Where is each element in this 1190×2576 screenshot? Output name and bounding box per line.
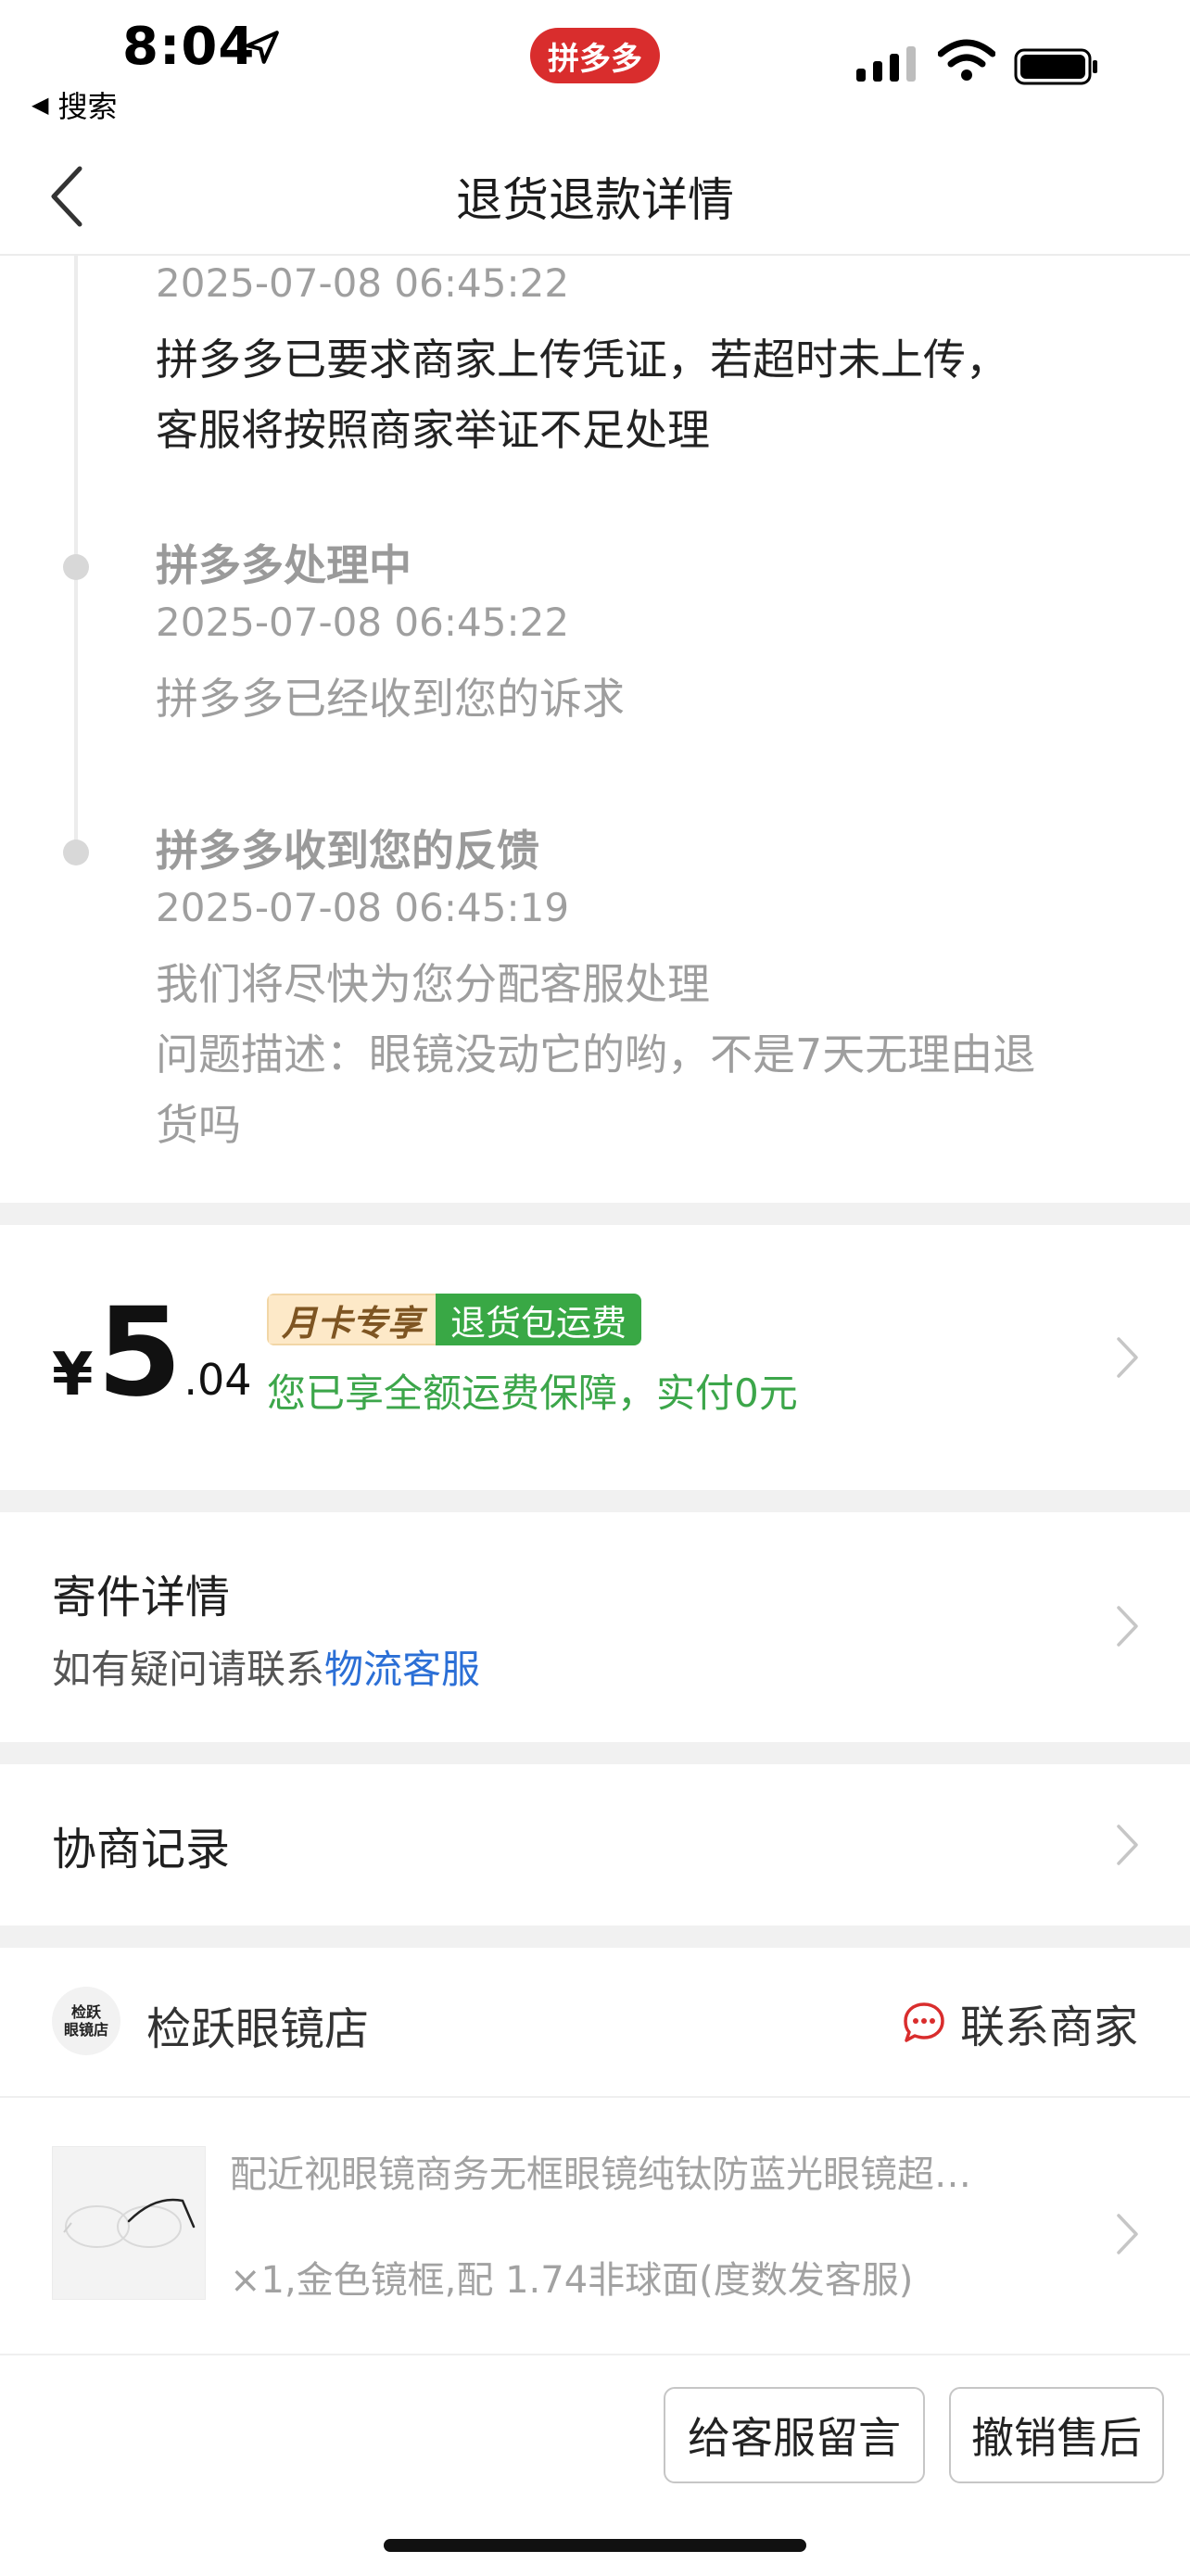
shipping-subtitle-text: 如有疑问请联系 bbox=[52, 1647, 325, 1692]
cancel-after-sale-button[interactable]: 撤销售后 bbox=[949, 2387, 1164, 2483]
shipping-badges: 月卡专享 退货包运费 bbox=[267, 1294, 642, 1345]
navigation-bar: 退货退款详情 bbox=[0, 139, 1190, 256]
timeline-time: 2025-07-08 06:45:22 bbox=[156, 600, 570, 645]
product-title[interactable]: 配近视眼镜商务无框眼镜纯钛防蓝光眼镜超… bbox=[230, 2144, 1092, 2198]
chat-bubble-icon bbox=[904, 2002, 944, 2042]
location-arrow-icon bbox=[246, 31, 279, 64]
page-title: 退货退款详情 bbox=[456, 173, 734, 227]
refund-amount-card[interactable]: ¥ 5 .04 月卡专享 退货包运费 您已享全额运费保障，实付0元 bbox=[0, 1225, 1190, 1490]
currency-symbol: ¥ bbox=[52, 1341, 94, 1409]
section-divider bbox=[0, 1742, 1190, 1764]
glasses-icon bbox=[63, 2198, 196, 2248]
timeline-description-line: 货吗 bbox=[156, 1100, 241, 1150]
timeline-time: 2025-07-08 06:45:22 bbox=[156, 260, 570, 306]
home-indicator[interactable] bbox=[384, 2539, 806, 2552]
section-divider bbox=[0, 1926, 1190, 1948]
shipping-details-row[interactable]: 寄件详情 如有疑问请联系物流客服 bbox=[0, 1512, 1190, 1742]
store-card: 检跃 眼镜店 检跃眼镜店 联系商家 配近视眼镜商务无框眼镜纯钛防蓝光眼镜超… ×… bbox=[0, 1948, 1190, 2352]
timeline-title: 拼多多收到您的反馈 bbox=[156, 826, 539, 876]
timeline-description-line: 我们将尽快为您分配客服处理 bbox=[156, 959, 710, 1009]
timeline-description: 拼多多已要求商家上传凭证，若超时未上传， 客服将按照商家举证不足处理 bbox=[156, 324, 1138, 465]
store-name[interactable]: 检跃眼镜店 bbox=[146, 1992, 369, 2057]
contact-merchant-button[interactable]: 联系商家 bbox=[901, 1990, 1138, 2055]
timeline-description-line: 问题描述：眼镜没动它的哟，不是7天无理由退 bbox=[156, 1029, 1036, 1080]
status-bar: 8:04 ◀ 搜索 拼多多 bbox=[0, 0, 1190, 139]
timeline-description: 拼多多已经收到您的诉求 bbox=[156, 663, 1138, 734]
clock: 8:04 bbox=[122, 17, 256, 77]
store-header: 检跃 眼镜店 检跃眼镜店 联系商家 bbox=[0, 1948, 1190, 2098]
negotiation-record-title: 协商记录 bbox=[52, 1824, 231, 1875]
product-spec: ×1,金色镜框,配 1.74非球面(度数发客服) bbox=[230, 2259, 914, 2302]
logistics-service-link[interactable]: 物流客服 bbox=[324, 1647, 480, 1692]
bottom-action-bar: 给客服留言 撤销售后 bbox=[0, 2354, 1190, 2576]
cellular-signal-icon bbox=[856, 46, 916, 82]
back-triangle-icon: ◀ bbox=[32, 92, 49, 118]
amount-integer: 5 bbox=[96, 1282, 183, 1424]
refund-timeline: 2025-07-08 06:45:22 拼多多已要求商家上传凭证，若超时未上传，… bbox=[0, 256, 1190, 1203]
battery-icon bbox=[1014, 48, 1097, 85]
section-divider bbox=[0, 1490, 1190, 1512]
store-logo: 检跃 眼镜店 bbox=[52, 1987, 120, 2055]
contact-merchant-label: 联系商家 bbox=[959, 2001, 1138, 2053]
timeline-dot bbox=[63, 554, 89, 580]
timeline-description-line: 客服将按照商家举证不足处理 bbox=[156, 405, 710, 455]
chevron-right-icon bbox=[1117, 2214, 1138, 2254]
store-logo-line: 眼镜店 bbox=[63, 2021, 108, 2039]
timeline-item: 2025-07-08 06:45:22 拼多多已要求商家上传凭证，若超时未上传，… bbox=[156, 256, 1138, 465]
chevron-right-icon bbox=[1117, 1825, 1138, 1865]
back-to-search[interactable]: ◀ 搜索 bbox=[32, 83, 117, 126]
back-to-search-label: 搜索 bbox=[57, 89, 118, 124]
message-service-button[interactable]: 给客服留言 bbox=[664, 2387, 925, 2483]
product-image[interactable] bbox=[52, 2146, 206, 2300]
refund-amount: ¥ 5 .04 bbox=[52, 1292, 252, 1414]
wifi-icon bbox=[938, 39, 995, 81]
timeline-description-line: 拼多多已要求商家上传凭证，若超时未上传， bbox=[156, 335, 1008, 385]
timeline-title: 拼多多处理中 bbox=[156, 540, 411, 590]
shipping-details-title: 寄件详情 bbox=[52, 1572, 231, 1623]
store-logo-line: 检跃 bbox=[70, 2003, 101, 2021]
shipping-details-subtitle: 如有疑问请联系物流客服 bbox=[52, 1638, 480, 1695]
app-pill: 拼多多 bbox=[530, 28, 660, 83]
shipping-protection-note: 您已享全额运费保障，实付0元 bbox=[267, 1370, 798, 1416]
timeline-description: 我们将尽快为您分配客服处理 问题描述：眼镜没动它的哟，不是7天无理由退 货吗 bbox=[156, 949, 1138, 1160]
return-shipping-badge: 退货包运费 bbox=[436, 1294, 642, 1345]
amount-fraction: .04 bbox=[184, 1355, 252, 1405]
timeline-dot bbox=[63, 840, 89, 865]
timeline-description-line: 拼多多已经收到您的诉求 bbox=[156, 674, 625, 724]
timeline-item: 拼多多收到您的反馈 2025-07-08 06:45:19 我们将尽快为您分配客… bbox=[156, 821, 1138, 1160]
timeline-item: 拼多多处理中 2025-07-08 06:45:22 拼多多已经收到您的诉求 bbox=[156, 536, 1138, 734]
section-divider bbox=[0, 1203, 1190, 1225]
negotiation-record-row[interactable]: 协商记录 bbox=[0, 1764, 1190, 1926]
monthly-card-badge: 月卡专享 bbox=[267, 1294, 437, 1345]
chevron-right-icon bbox=[1117, 1606, 1138, 1647]
chevron-right-icon bbox=[1117, 1337, 1138, 1378]
timeline-time: 2025-07-08 06:45:19 bbox=[156, 885, 570, 930]
